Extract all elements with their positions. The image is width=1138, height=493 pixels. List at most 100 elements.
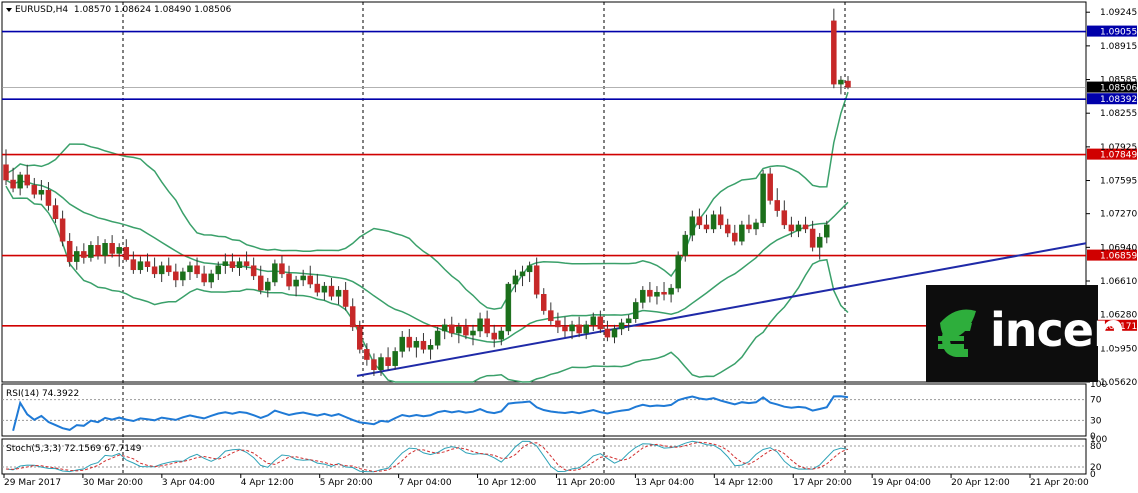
bollinger-bands xyxy=(5,91,849,383)
bullish-candle xyxy=(710,214,717,230)
x-tick-label: 3 Apr 04:00 xyxy=(162,478,215,488)
x-tick-label: 13 Apr 04:00 xyxy=(635,478,694,488)
bullish-candle xyxy=(441,324,448,332)
bullish-candle xyxy=(590,316,597,326)
bearish-candle xyxy=(257,275,264,291)
x-tick-label: 11 Apr 20:00 xyxy=(556,478,615,488)
bullish-candle xyxy=(668,287,674,295)
bearish-candle xyxy=(604,328,611,338)
bullish-candle xyxy=(611,328,618,338)
logo-text: incen xyxy=(990,303,1126,357)
bearish-candle xyxy=(746,224,752,230)
bearish-candle xyxy=(194,265,200,275)
bullish-candle xyxy=(208,273,214,283)
bearish-candle xyxy=(151,266,158,275)
bullish-candle xyxy=(378,357,384,371)
bearish-candle xyxy=(165,265,172,273)
blue-level-label: 1.08392 xyxy=(1100,95,1137,105)
candlesticks xyxy=(3,8,851,376)
stoch-label: Stoch(5,3,3) 72.1569 67.7149 xyxy=(6,444,142,454)
bullish-candle xyxy=(816,236,823,248)
bearish-candle xyxy=(307,275,314,285)
bearish-candle xyxy=(314,283,321,293)
bearish-candle xyxy=(59,218,66,242)
chart-canvas: 1.090551.085061.083921.078491.068591.061… xyxy=(1,1,1137,488)
bullish-candle xyxy=(838,79,844,85)
x-tick-label: 19 Apr 04:00 xyxy=(872,478,931,488)
bullish-candle xyxy=(158,265,165,275)
dropdown-arrow-icon[interactable] xyxy=(6,7,12,12)
bearish-candle xyxy=(144,261,151,267)
symbol-label: EURUSD,H4 xyxy=(15,5,69,15)
bullish-candle xyxy=(293,279,299,287)
bearish-candle xyxy=(548,310,554,322)
brand-logo: incen xyxy=(926,285,1126,382)
y-tick-label: 1.09245 xyxy=(1100,8,1137,18)
y-tick-label: 1.07270 xyxy=(1100,210,1137,220)
bearish-candle xyxy=(406,336,413,348)
bearish-candle xyxy=(661,291,667,295)
x-tick-label: 20 Apr 12:00 xyxy=(951,478,1010,488)
bearish-candle xyxy=(123,247,130,260)
bullish-candle xyxy=(682,234,689,256)
chart-grid xyxy=(1,1,1087,475)
bearish-candle xyxy=(491,332,497,340)
blue-level-label: 1.09055 xyxy=(1100,28,1137,38)
bullish-candle xyxy=(477,318,483,332)
stoch-level-label: 0 xyxy=(1090,470,1096,480)
bearish-candle xyxy=(109,243,115,254)
x-tick-label: 4 Apr 12:00 xyxy=(241,478,294,488)
bullish-candle xyxy=(526,265,533,273)
bearish-candle xyxy=(562,326,568,332)
bullish-candle xyxy=(222,261,229,266)
bullish-candle xyxy=(618,322,625,330)
bullish-candle xyxy=(434,330,441,346)
bullish-candle xyxy=(625,318,632,324)
bullish-candle xyxy=(215,265,222,275)
bearish-candle xyxy=(173,271,179,281)
x-tick-label: 14 Apr 12:00 xyxy=(714,478,773,488)
bearish-candle xyxy=(279,263,285,275)
bearish-candle xyxy=(802,224,809,230)
bearish-candle xyxy=(130,259,137,271)
bullish-candle xyxy=(187,265,193,273)
bearish-candle xyxy=(845,80,851,88)
bullish-candle xyxy=(640,289,646,303)
bearish-candle xyxy=(463,326,469,336)
y-tick-label: 1.07925 xyxy=(1100,143,1137,153)
bullish-candle xyxy=(116,247,122,254)
rsi-panel: 10070300 xyxy=(2,380,1107,442)
bearish-candle xyxy=(647,289,653,297)
bullish-candle xyxy=(392,351,398,366)
bearish-candle xyxy=(229,261,236,268)
bullish-candle xyxy=(675,255,681,289)
bullish-candle xyxy=(795,224,802,232)
bullish-candle xyxy=(335,289,342,297)
bearish-candle xyxy=(3,164,9,181)
rsi-level-label: 30 xyxy=(1090,416,1102,426)
bearish-candle xyxy=(201,273,207,283)
y-tick-label: 1.06940 xyxy=(1100,243,1137,253)
x-tick-label: 30 Mar 20:00 xyxy=(83,478,143,488)
x-tick-label: 10 Apr 12:00 xyxy=(478,478,537,488)
bullish-candle xyxy=(427,345,434,350)
bearish-candle xyxy=(95,245,101,256)
bullish-candle xyxy=(74,251,80,262)
bullish-candle xyxy=(265,281,271,291)
bearish-candle xyxy=(717,214,724,226)
rsi-level-label: 70 xyxy=(1090,396,1102,406)
bullish-candle xyxy=(272,263,278,283)
bullish-candle xyxy=(17,174,23,189)
bearish-candle xyxy=(724,224,731,234)
bearish-candle xyxy=(52,205,59,220)
bullish-candle xyxy=(236,261,243,268)
bearish-candle xyxy=(732,232,738,242)
bearish-candle xyxy=(81,251,87,258)
leaf-euro-icon xyxy=(938,309,976,357)
bearish-candle xyxy=(349,306,356,328)
stochastic-panel: 10080200 xyxy=(2,435,1107,480)
bullish-candle xyxy=(739,224,745,242)
ohlc-values: 1.08570 1.08624 1.08490 1.08506 xyxy=(73,5,232,15)
y-tick-label: 1.07595 xyxy=(1100,177,1137,187)
bullish-candle xyxy=(300,275,306,281)
